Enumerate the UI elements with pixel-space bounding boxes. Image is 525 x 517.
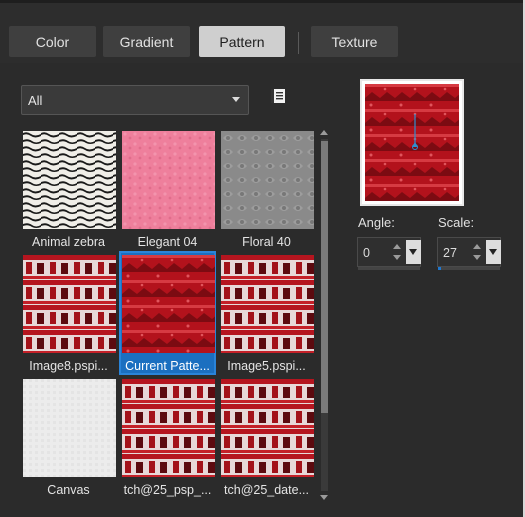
tab-pattern[interactable]: Pattern	[199, 26, 285, 57]
pattern-thumbnail	[23, 131, 116, 229]
pattern-name: Animal zebra	[32, 235, 105, 249]
pattern-tile[interactable]: Elegant 04	[119, 127, 216, 251]
spin-arrows-icon[interactable]	[470, 240, 484, 264]
pattern-name: Current Patte...	[125, 359, 210, 373]
pattern-thumbnail	[122, 131, 215, 229]
tab-color[interactable]: Color	[9, 26, 96, 57]
pattern-tile[interactable]: Image8.pspi...	[20, 251, 117, 375]
pattern-tile[interactable]: Floral 40	[218, 127, 315, 251]
pattern-name: Canvas	[47, 483, 90, 497]
pattern-thumbnail	[221, 379, 314, 477]
pattern-tile[interactable]: Canvas	[20, 375, 117, 499]
pattern-grid: Animal zebra Elegant 04 Floral 40 Image8…	[20, 127, 317, 503]
pattern-name: Elegant 04	[137, 235, 198, 249]
angle-spinbox[interactable]: 0	[357, 237, 421, 270]
pattern-thumbnail	[221, 131, 314, 229]
tab-bar: Color Gradient Pattern Texture	[0, 3, 523, 63]
category-dropdown-value: All	[28, 92, 43, 108]
pattern-name: Floral 40	[242, 235, 291, 249]
scroll-down-icon[interactable]	[320, 495, 328, 500]
pattern-thumbnail	[23, 255, 116, 353]
pattern-name: Image5.pspi...	[227, 359, 306, 373]
pattern-tile[interactable]: Image5.pspi...	[218, 251, 315, 375]
tab-texture[interactable]: Texture	[311, 26, 398, 57]
chevron-down-icon	[232, 97, 240, 102]
tab-separator	[298, 32, 299, 54]
angle-label: Angle:	[358, 215, 395, 230]
scale-spinbox[interactable]: 27	[437, 237, 501, 270]
spin-arrows-icon[interactable]	[390, 240, 404, 264]
scale-slider[interactable]	[438, 267, 500, 270]
pattern-thumbnail	[221, 255, 314, 353]
pattern-grid-scrollbar[interactable]	[317, 127, 332, 503]
pattern-thumbnail	[122, 379, 215, 477]
scale-value: 27	[443, 246, 457, 260]
pattern-tile[interactable]: tch@25_psp_...	[119, 375, 216, 499]
pattern-name: tch@25_date...	[224, 483, 309, 497]
pattern-name: Image8.pspi...	[29, 359, 108, 373]
scale-label: Scale:	[438, 215, 475, 230]
scroll-thumb[interactable]	[321, 141, 328, 413]
category-dropdown[interactable]: All	[21, 85, 249, 115]
pattern-tile-selected[interactable]: Current Patte...	[119, 251, 216, 375]
pattern-thumbnail	[122, 255, 215, 353]
pattern-name: tch@25_psp_...	[123, 483, 212, 497]
scale-dropdown-button[interactable]	[486, 240, 501, 264]
pattern-thumbnail	[23, 379, 116, 477]
pattern-tile[interactable]: Animal zebra	[20, 127, 117, 251]
pattern-tile[interactable]: tch@25_date...	[218, 375, 315, 499]
angle-dropdown-button[interactable]	[406, 240, 421, 264]
pattern-preview-image	[365, 84, 459, 201]
angle-slider[interactable]	[358, 267, 420, 270]
library-list-icon[interactable]	[270, 88, 286, 104]
angle-value: 0	[363, 246, 370, 260]
scale-slider-fill	[438, 267, 442, 270]
pattern-preview[interactable]	[360, 79, 464, 206]
tab-gradient[interactable]: Gradient	[103, 26, 190, 57]
scroll-up-icon[interactable]	[320, 130, 328, 135]
